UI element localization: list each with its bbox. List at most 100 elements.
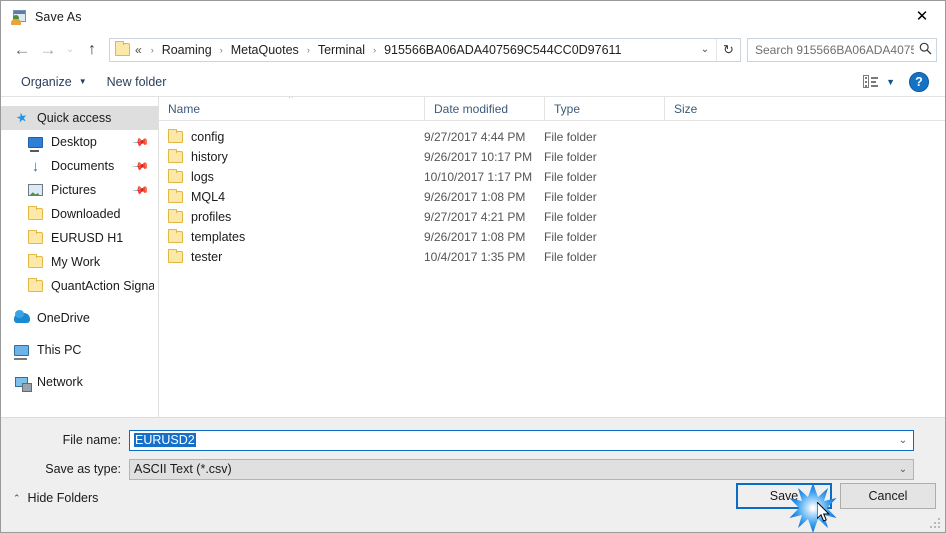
chevron-down-icon: ▼: [78, 77, 87, 86]
breadcrumb-separator: ›: [306, 44, 310, 55]
column-label: Name: [168, 101, 201, 116]
sidebar-item-network[interactable]: Network: [1, 370, 158, 394]
column-header-type[interactable]: Type: [544, 97, 664, 120]
hide-folders-button[interactable]: ⌃ Hide Folders: [13, 491, 98, 505]
sidebar-divider: [1, 298, 158, 306]
folder-icon: [168, 129, 183, 143]
file-type-cell: File folder: [544, 130, 597, 144]
folder-icon: [168, 189, 183, 203]
sidebar-item-quantaction-signal[interactable]: QuantAction Signal: [1, 274, 158, 298]
file-date-cell: 9/27/2017 4:21 PM: [424, 210, 526, 224]
file-name-cell: profiles: [159, 209, 424, 224]
folder-icon: [115, 41, 130, 56]
breadcrumb-item-guid[interactable]: 915566BA06ADA407569C544CC0D97611: [382, 43, 623, 57]
column-header-size[interactable]: Size: [664, 97, 740, 120]
file-type-cell: File folder: [544, 250, 597, 264]
sidebar-item-this-pc[interactable]: This PC: [1, 338, 158, 362]
save-as-type-select[interactable]: ASCII Text (*.csv) ⌄: [129, 458, 914, 480]
column-header-date-modified[interactable]: Date modified: [424, 97, 544, 120]
chevron-up-icon: ⌃: [13, 492, 21, 503]
help-button[interactable]: ?: [909, 71, 929, 92]
breadcrumb-overflow[interactable]: «: [135, 43, 145, 57]
save-as-app-icon: [11, 9, 27, 25]
file-type-cell: File folder: [544, 210, 597, 224]
file-name: MQL4: [191, 190, 226, 204]
save-as-dialog: Save As ✕ ← → ⌄ ↑ « › Roaming › MetaQuot…: [0, 0, 946, 533]
up-button[interactable]: ↑: [79, 37, 105, 63]
table-row[interactable]: tester 10/4/2017 1:35 PM File folder: [159, 247, 945, 267]
breadcrumb-item-terminal[interactable]: Terminal: [316, 43, 367, 57]
search-icon[interactable]: [914, 42, 936, 58]
cloud-icon: [13, 310, 30, 326]
folder-icon: [27, 230, 44, 246]
breadcrumb-item-metaquotes[interactable]: MetaQuotes: [229, 43, 301, 57]
sidebar-item-label: QuantAction Signal: [51, 279, 154, 293]
table-row[interactable]: templates 9/26/2017 1:08 PM File folder: [159, 227, 945, 247]
file-name: config: [191, 130, 225, 144]
sidebar-item-label: Network: [37, 375, 83, 389]
breadcrumb-separator: ›: [373, 44, 377, 55]
sidebar-item-onedrive[interactable]: OneDrive: [1, 306, 158, 330]
save-button[interactable]: Save: [736, 483, 832, 509]
resize-grip[interactable]: [930, 518, 942, 530]
recent-locations-button[interactable]: ⌄: [61, 37, 79, 63]
sort-ascending-icon: ⌃: [287, 97, 295, 104]
sidebar-item-documents[interactable]: ↓ Documents 📌: [1, 154, 158, 178]
file-date-cell: 9/26/2017 10:17 PM: [424, 150, 533, 164]
sidebar-item-label: OneDrive: [37, 311, 90, 325]
pin-icon: 📌: [131, 133, 150, 152]
pin-icon: 📌: [131, 157, 150, 176]
new-folder-button[interactable]: New folder: [97, 70, 177, 94]
table-row[interactable]: logs 10/10/2017 1:17 PM File folder: [159, 167, 945, 187]
new-folder-label: New folder: [106, 74, 167, 89]
save-as-type-value: ASCII Text (*.csv): [134, 462, 232, 476]
star-icon: ★: [14, 108, 29, 127]
table-row[interactable]: MQL4 9/26/2017 1:08 PM File folder: [159, 187, 945, 207]
file-name-cell: tester: [159, 249, 424, 264]
navigation-sidebar: ★ Quick access Desktop 📌 ↓ Documents 📌 P…: [1, 97, 159, 417]
file-type-cell: File folder: [544, 170, 597, 184]
folder-icon: [168, 209, 183, 223]
table-row[interactable]: history 9/26/2017 10:17 PM File folder: [159, 147, 945, 167]
sidebar-item-label: Downloaded: [51, 207, 121, 221]
refresh-icon[interactable]: ↻: [716, 38, 740, 61]
file-name-value: EURUSD2: [130, 433, 893, 447]
sidebar-item-my-work[interactable]: My Work: [1, 250, 158, 274]
column-label: Size: [674, 101, 698, 116]
title-bar: Save As ✕: [1, 1, 945, 32]
file-name-label: File name:: [62, 433, 121, 447]
column-header-name[interactable]: Name ⌃: [159, 97, 424, 120]
sidebar-item-pictures[interactable]: Pictures 📌: [1, 178, 158, 202]
sidebar-item-eurusd-h1[interactable]: EURUSD H1: [1, 226, 158, 250]
chevron-down-icon[interactable]: ⌄: [694, 44, 716, 55]
chevron-down-icon[interactable]: ⌄: [893, 464, 913, 475]
folder-icon: [168, 149, 183, 163]
search-input[interactable]: Search 915566BA06ADA40756...: [747, 37, 937, 62]
file-name-input[interactable]: EURUSD2 ⌄: [129, 429, 914, 451]
organize-button[interactable]: Organize ▼: [11, 70, 97, 94]
file-name-cell: MQL4: [159, 189, 424, 204]
table-row[interactable]: config 9/27/2017 4:44 PM File folder: [159, 127, 945, 147]
table-row[interactable]: profiles 9/27/2017 4:21 PM File folder: [159, 207, 945, 227]
breadcrumb-separator: ›: [150, 44, 154, 55]
file-name: templates: [191, 230, 246, 244]
sidebar-item-label: Pictures: [51, 183, 97, 197]
chevron-down-icon[interactable]: ⌄: [893, 435, 913, 446]
sidebar-divider: [1, 330, 158, 338]
folder-icon: [27, 206, 44, 222]
view-options-button[interactable]: ▼: [855, 70, 903, 94]
close-icon[interactable]: ✕: [899, 1, 945, 31]
chevron-down-icon: ▼: [886, 76, 895, 87]
sidebar-item-quick-access[interactable]: ★ Quick access: [1, 106, 158, 130]
file-list-header: Name ⌃ Date modified Type Size: [159, 97, 945, 121]
cancel-button[interactable]: Cancel: [840, 483, 936, 509]
pin-icon: 📌: [131, 181, 150, 200]
breadcrumb[interactable]: « › Roaming › MetaQuotes › Terminal › 91…: [109, 37, 741, 62]
column-label: Date modified: [434, 101, 509, 116]
file-list-pane: Name ⌃ Date modified Type Size config 9/…: [159, 97, 945, 417]
forward-button[interactable]: →: [35, 37, 61, 63]
breadcrumb-item-roaming[interactable]: Roaming: [160, 43, 214, 57]
back-button[interactable]: ←: [9, 37, 35, 63]
sidebar-item-desktop[interactable]: Desktop 📌: [1, 130, 158, 154]
sidebar-item-downloaded[interactable]: Downloaded: [1, 202, 158, 226]
